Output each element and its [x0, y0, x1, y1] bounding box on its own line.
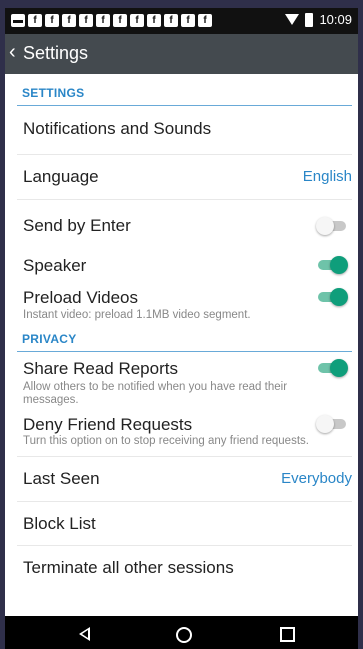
device-frame: ▬ f f f f f f f f f f f 10:09 ‹ Settings…: [0, 0, 363, 649]
last-seen-value: Everybody: [281, 470, 352, 487]
preload-videos-toggle[interactable]: [316, 288, 348, 306]
deny-friend-requests-toggle[interactable]: [316, 415, 348, 433]
row-last-seen[interactable]: Last Seen Everybody: [17, 457, 352, 502]
wifi-icon: [285, 14, 300, 25]
facebook-icon: f: [181, 14, 195, 27]
row-deny-friend-requests[interactable]: Deny Friend Requests Turn this option on…: [17, 412, 352, 457]
title-bar: ‹ Settings: [5, 34, 358, 74]
row-label: Language: [23, 167, 99, 186]
row-language[interactable]: Language English: [17, 155, 352, 200]
settings-list: SETTINGS Notifications and Sounds Langua…: [5, 74, 358, 590]
page-title: Settings: [23, 43, 89, 63]
send-by-enter-toggle[interactable]: [316, 217, 348, 235]
share-read-reports-toggle[interactable]: [316, 359, 348, 377]
facebook-icon: f: [45, 14, 59, 27]
row-block-list[interactable]: Block List: [17, 502, 352, 546]
row-send-by-enter[interactable]: Send by Enter: [17, 200, 352, 248]
chevron-left-icon[interactable]: ‹: [9, 42, 16, 62]
row-subtitle: Turn this option on to stop receiving an…: [23, 435, 309, 447]
row-subtitle: Instant video: preload 1.1MB video segme…: [23, 309, 251, 321]
row-label: Speaker: [23, 256, 87, 275]
row-label: Notifications and Sounds: [23, 119, 212, 138]
section-title: PRIVACY: [22, 332, 77, 346]
section-title: SETTINGS: [22, 86, 85, 100]
row-label: Block List: [23, 514, 96, 533]
home-nav-icon[interactable]: [176, 627, 192, 643]
facebook-icon: f: [164, 14, 178, 27]
row-label: Preload Videos: [23, 288, 138, 307]
facebook-icon: f: [79, 14, 93, 27]
row-label: Share Read Reports: [23, 359, 178, 378]
facebook-icon: f: [147, 14, 161, 27]
notification-icons: ▬ f f f f f f f f f f f: [11, 14, 212, 27]
row-preload-videos[interactable]: Preload Videos Instant video: preload 1.…: [17, 288, 352, 328]
facebook-icon: f: [96, 14, 110, 27]
speaker-toggle[interactable]: [316, 256, 348, 274]
facebook-icon: f: [62, 14, 76, 27]
language-value: English: [302, 168, 352, 185]
row-notifications[interactable]: Notifications and Sounds: [17, 106, 352, 155]
message-icon: ▬: [11, 14, 25, 27]
row-speaker[interactable]: Speaker: [17, 248, 352, 288]
recents-nav-icon[interactable]: [280, 627, 295, 642]
row-share-read-reports[interactable]: Share Read Reports Allow others to be no…: [17, 352, 352, 412]
row-label: Last Seen: [23, 469, 100, 488]
status-right: 10:09: [285, 12, 352, 27]
row-label: Deny Friend Requests: [23, 415, 193, 434]
row-terminate-sessions[interactable]: Terminate all other sessions: [17, 546, 352, 590]
section-header-privacy: PRIVACY: [5, 328, 358, 352]
battery-icon: [305, 12, 314, 27]
row-label: Terminate all other sessions: [23, 558, 234, 577]
section-header-settings: SETTINGS: [5, 74, 358, 106]
navigation-bar: [5, 616, 358, 649]
screen: ▬ f f f f f f f f f f f 10:09 ‹ Settings…: [5, 8, 358, 649]
row-label: Send by Enter: [23, 216, 131, 235]
facebook-icon: f: [28, 14, 42, 27]
clock: 10:09: [319, 12, 352, 27]
status-bar: ▬ f f f f f f f f f f f 10:09: [5, 8, 358, 34]
row-subtitle: Allow others to be notified when you hav…: [23, 381, 288, 406]
facebook-icon: f: [130, 14, 144, 27]
facebook-icon: f: [113, 14, 127, 27]
facebook-icon: f: [198, 14, 212, 27]
back-nav-icon[interactable]: [79, 627, 90, 641]
